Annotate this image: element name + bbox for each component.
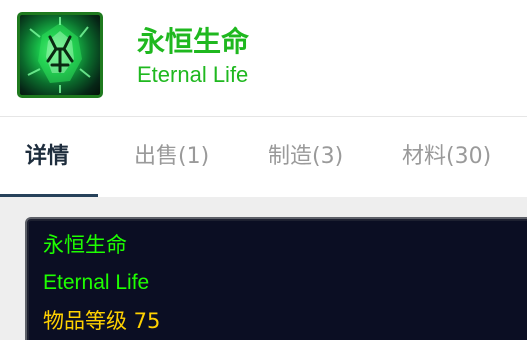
item-tooltip: 永恒生命 Eternal Life 物品等级 75: [25, 217, 527, 340]
item-icon: [17, 12, 103, 98]
tab-bar: 详情 出售(1) 制造(3) 材料(30): [0, 116, 527, 198]
item-detail-page: 永恒生命 Eternal Life 详情 出售(1) 制造(3) 材料(30) …: [0, 0, 527, 340]
item-title-cn: 永恒生命: [137, 25, 250, 58]
tab-materials[interactable]: 材料(30): [402, 143, 491, 171]
eternal-life-crystal-icon: [27, 17, 91, 93]
tooltip-item-level: 物品等级 75: [43, 309, 161, 333]
tab-details[interactable]: 详情: [25, 143, 69, 171]
item-header: 永恒生命 Eternal Life: [0, 0, 527, 116]
tab-sell[interactable]: 出售(1): [134, 143, 209, 171]
tab-craft[interactable]: 制造(3): [268, 143, 343, 171]
details-panel: 永恒生命 Eternal Life 物品等级 75: [0, 197, 527, 340]
tooltip-item-name-cn: 永恒生命: [43, 233, 127, 257]
item-title-en: Eternal Life: [137, 62, 249, 87]
tooltip-item-name-en: Eternal Life: [43, 271, 150, 294]
